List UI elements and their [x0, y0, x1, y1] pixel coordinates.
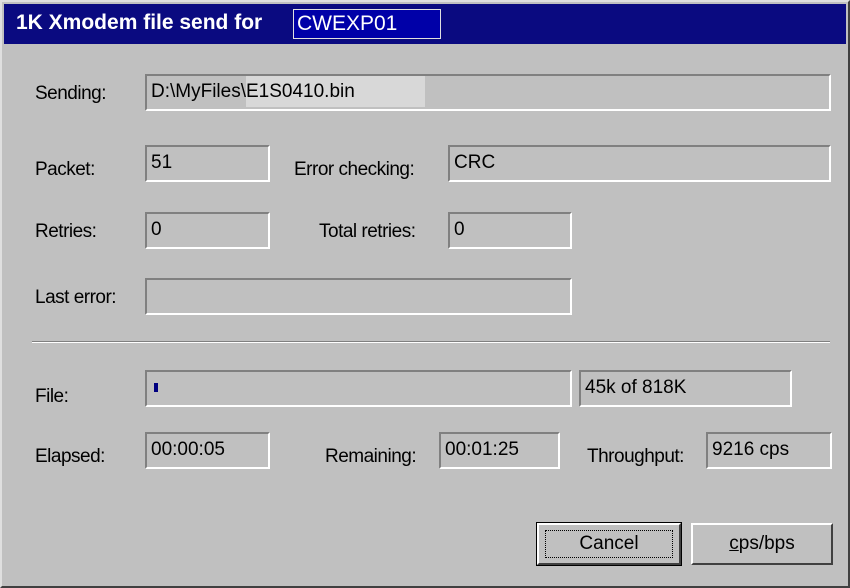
error-checking-field: CRC [448, 145, 831, 182]
sending-filename: E1S0410.bin [246, 76, 425, 107]
sending-field: D:\MyFiles\E1S0410.bin [145, 74, 831, 111]
cps-bps-hotkey: c [729, 533, 739, 554]
total-retries-field: 0 [448, 212, 572, 249]
title-bar: 1K Xmodem file send for CWEXP01 [4, 4, 846, 44]
error-checking-label: Error checking: [294, 159, 415, 180]
sending-path: D:\MyFiles\ [151, 81, 246, 102]
packet-field: 51 [145, 145, 270, 182]
retries-label: Retries: [35, 221, 97, 242]
xmodem-send-dialog: 1K Xmodem file send for CWEXP01 Sending:… [0, 0, 850, 588]
section-separator [32, 341, 830, 343]
total-retries-label: Total retries: [319, 221, 416, 242]
remaining-field: 00:01:25 [439, 432, 560, 469]
last-error-field [145, 278, 572, 315]
file-label: File: [35, 386, 69, 407]
file-progress-text: 45k of 818K [579, 370, 792, 407]
cancel-button[interactable]: Cancel [536, 522, 682, 566]
throughput-label: Throughput: [587, 446, 684, 467]
file-progress-bar [145, 370, 572, 407]
session-name-field: CWEXP01 [293, 9, 441, 39]
cps-bps-button[interactable]: cps/bps [691, 523, 833, 565]
elapsed-label: Elapsed: [35, 446, 105, 467]
elapsed-field: 00:00:05 [145, 432, 270, 469]
cps-bps-label: ps/bps [738, 533, 795, 554]
remaining-label: Remaining: [325, 446, 417, 467]
last-error-label: Last error: [35, 287, 117, 308]
throughput-field: 9216 cps [706, 432, 832, 469]
packet-label: Packet: [35, 159, 95, 180]
file-progress-fill [154, 383, 158, 392]
cancel-button-label: Cancel [545, 530, 673, 558]
sending-label: Sending: [35, 83, 107, 104]
retries-field: 0 [145, 212, 270, 249]
window-title: 1K Xmodem file send for [16, 11, 263, 34]
progress-block [154, 383, 158, 392]
